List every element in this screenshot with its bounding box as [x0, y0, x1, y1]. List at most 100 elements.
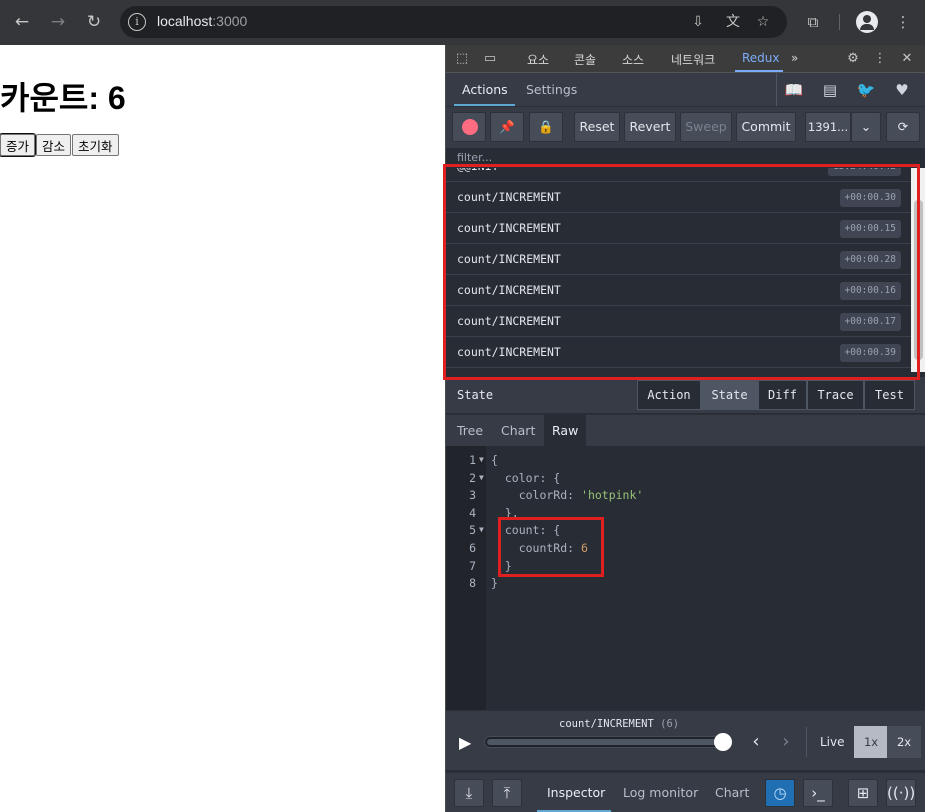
record-button[interactable] — [452, 112, 486, 142]
url-text: localhost:3000 — [157, 13, 248, 29]
redux-header: Actions Settings 📖 ▤ 🐦 ♥ — [446, 73, 925, 106]
action-row[interactable]: count/INCREMENT +00:00.17 — [446, 306, 911, 337]
code-text: { — [491, 453, 498, 467]
more-tabs-icon[interactable]: » — [791, 51, 798, 65]
tab-redux[interactable]: Redux — [742, 51, 780, 65]
translate-icon[interactable]: 文 — [723, 12, 743, 32]
tab-log-monitor[interactable]: Log monitor — [623, 785, 698, 800]
increment-button[interactable]: 증가 — [0, 133, 37, 157]
action-row[interactable]: @@INIT 15:24:46.42 — [446, 168, 911, 182]
slider-thumb[interactable] — [714, 733, 732, 751]
action-row[interactable]: count/INCREMENT +00:00.28 — [446, 244, 911, 275]
previous-icon[interactable]: ‹ — [746, 731, 766, 753]
diff-view-button[interactable]: Diff — [758, 380, 807, 410]
code-line: 7 } — [446, 557, 925, 575]
tab-sources[interactable]: 소스 — [622, 51, 644, 68]
fold-arrow-icon[interactable]: ▼ — [479, 521, 484, 539]
sweep-button[interactable]: Sweep — [680, 112, 732, 142]
scrollbar-thumb[interactable] — [914, 200, 923, 360]
profile-icon[interactable] — [856, 11, 878, 33]
dispatcher-timer-icon[interactable]: ◷ — [765, 779, 795, 807]
pin-icon[interactable]: 📌 — [490, 112, 524, 142]
back-arrow-icon[interactable]: ← — [10, 10, 34, 34]
extensions-icon[interactable]: ⧉ — [801, 10, 825, 34]
book-icon[interactable]: 📖 — [777, 79, 811, 101]
grid-layout-icon[interactable]: ⊞ — [848, 779, 878, 807]
address-bar[interactable]: i localhost:3000 ⇩ 文 ☆ — [120, 6, 787, 38]
trace-view-button[interactable]: Trace — [807, 380, 864, 410]
device-toolbar-icon[interactable]: ▭ — [481, 50, 499, 68]
tab-inspector[interactable]: Inspector — [547, 785, 605, 800]
terminal-icon[interactable]: ›_ — [803, 779, 833, 807]
chevron-down-icon[interactable]: ⌄ — [851, 112, 881, 142]
toolbar-divider — [839, 14, 840, 30]
action-row[interactable]: count/INCREMENT +00:00.39 — [446, 337, 911, 368]
tab-network[interactable]: 네트워크 — [671, 51, 715, 68]
instance-select[interactable]: 1391... — [805, 112, 851, 142]
next-icon[interactable]: › — [776, 731, 796, 753]
tab-tree[interactable]: Tree — [449, 415, 491, 447]
redux-toolbar: 📌 🔒 Reset Revert Sweep Commit 1391... ⌄ … — [446, 106, 925, 148]
code-text: count: { — [491, 523, 561, 538]
remote-broadcast-icon[interactable]: ((·)) — [886, 779, 916, 807]
line-number: 6 — [469, 541, 476, 555]
chat-icon[interactable]: ▤ — [813, 79, 847, 101]
action-name: count/INCREMENT — [457, 252, 561, 266]
speed-2x-button[interactable]: 2x — [887, 726, 921, 758]
heart-icon[interactable]: ♥ — [885, 79, 919, 101]
sync-icon[interactable]: ⟳ — [886, 112, 920, 142]
action-row[interactable]: count/INCREMENT +00:00.16 — [446, 275, 911, 306]
tab-console[interactable]: 콘솔 — [574, 51, 596, 68]
action-time-badge: +00:00.15 — [839, 220, 901, 238]
slider-fill — [487, 739, 725, 745]
play-icon[interactable]: ▶ — [459, 734, 475, 752]
revert-button[interactable]: Revert — [624, 112, 676, 142]
lock-icon[interactable]: 🔒 — [529, 112, 563, 142]
tab-chart[interactable]: Chart — [493, 415, 543, 447]
code-text: color: { — [491, 470, 561, 485]
action-row[interactable]: count/INCREMENT +00:00.30 — [446, 182, 911, 213]
code-text: } — [491, 576, 498, 591]
speed-1x-button[interactable]: 1x — [854, 726, 888, 758]
test-view-button[interactable]: Test — [864, 380, 915, 410]
devtools-menu-icon[interactable]: ⋮ — [871, 50, 889, 68]
export-icon[interactable]: ⤒ — [492, 779, 522, 807]
action-view-button[interactable]: Action — [637, 380, 701, 410]
state-view-button[interactable]: State — [701, 380, 758, 410]
tab-raw[interactable]: Raw — [544, 415, 587, 447]
commit-button[interactable]: Commit — [736, 112, 796, 142]
fold-arrow-icon[interactable]: ▼ — [479, 451, 484, 469]
settings-gear-icon[interactable]: ⚙ — [844, 50, 862, 68]
action-row[interactable]: count/INCREMENT +00:00.15 — [446, 213, 911, 244]
line-number: 4 — [469, 505, 476, 520]
reset-toolbar-button[interactable]: Reset — [574, 112, 620, 142]
live-button[interactable]: Live — [820, 735, 845, 749]
menu-icon[interactable]: ⋮ — [891, 10, 915, 34]
fold-arrow-icon[interactable]: ▼ — [479, 469, 484, 487]
site-info-icon[interactable]: i — [128, 13, 146, 31]
tab-settings[interactable]: Settings — [526, 82, 577, 97]
close-icon[interactable]: ✕ — [898, 50, 916, 68]
line-number: 2 — [469, 470, 476, 485]
inspect-element-icon[interactable]: ⬚ — [453, 50, 471, 68]
forward-arrow-icon[interactable]: → — [46, 10, 70, 34]
reset-button[interactable]: 초기화 — [72, 134, 119, 156]
tab-chart-monitor[interactable]: Chart — [715, 785, 749, 800]
decrement-button[interactable]: 감소 — [36, 134, 72, 156]
star-icon[interactable]: ☆ — [753, 12, 773, 32]
filter-input[interactable]: filter... — [446, 148, 925, 168]
tab-actions[interactable]: Actions — [462, 82, 508, 97]
action-name: count/INCREMENT — [457, 314, 561, 328]
action-name: count/INCREMENT — [457, 283, 561, 297]
reload-icon[interactable]: ↻ — [82, 10, 106, 34]
count-heading: 카운트: 6 — [0, 80, 126, 116]
state-view-tabs: Tree Chart Raw — [446, 414, 925, 447]
tab-elements[interactable]: 요소 — [527, 51, 549, 68]
import-icon[interactable]: ⤓ — [454, 779, 484, 807]
raw-state-editor[interactable]: 1 ▼{2 ▼ color: {3 colorRd: 'hotpink' 4 }, 5 ▼… — [446, 446, 925, 710]
slider-track[interactable] — [484, 736, 732, 748]
install-app-icon[interactable]: ⇩ — [688, 12, 708, 32]
twitter-icon[interactable]: 🐦 — [849, 79, 883, 101]
code-line: 2 ▼ color: { — [446, 469, 925, 487]
action-time-badge: +00:00.28 — [839, 251, 901, 269]
